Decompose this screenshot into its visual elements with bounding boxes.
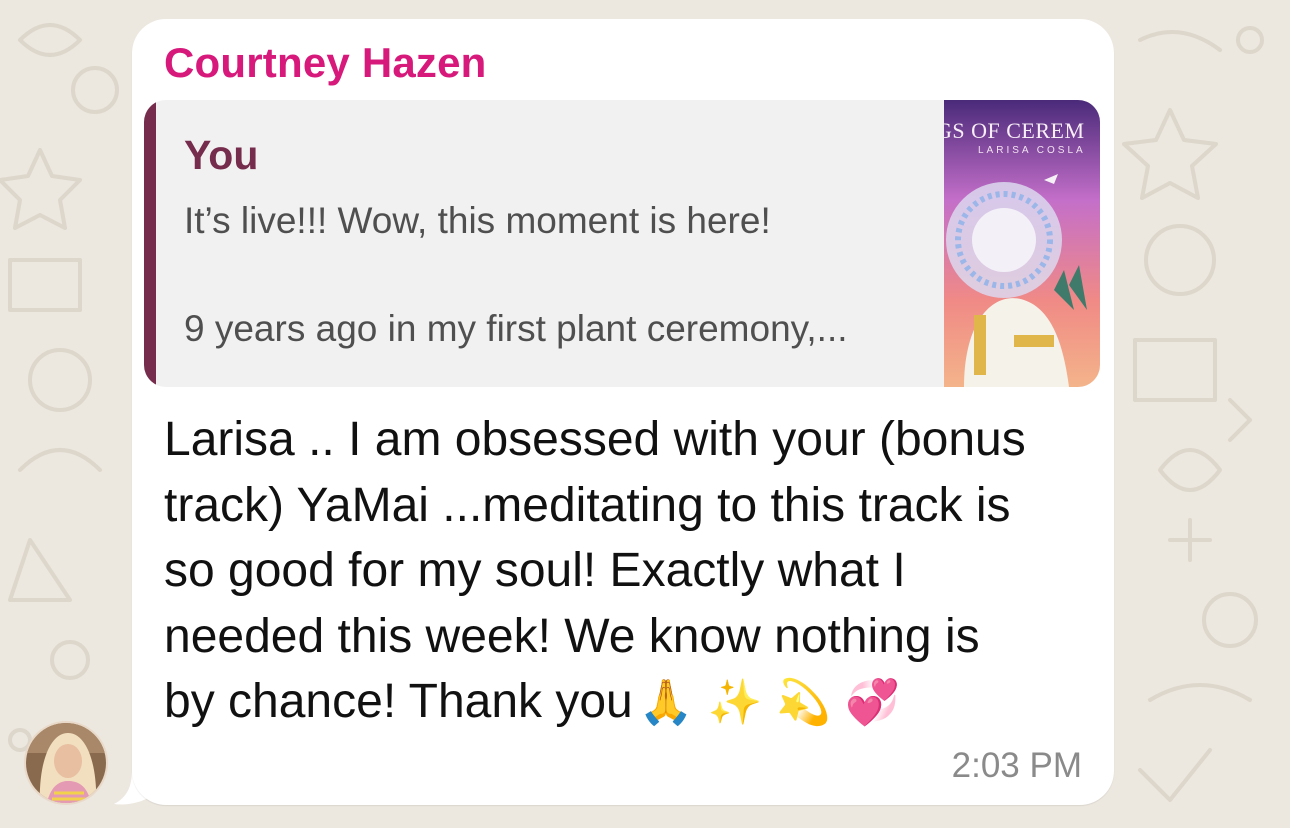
message-line: track) YaMai ...meditating to this track…: [164, 478, 1011, 532]
revolving-hearts-icon: 💞: [845, 677, 900, 728]
user-avatar[interactable]: [24, 721, 108, 805]
quoted-thumbnail: GS OF CEREM LARISA COSLA: [944, 100, 1100, 387]
sparkles-icon: ✨: [707, 677, 763, 728]
dizzy-icon: 💫: [776, 677, 832, 728]
message-line: so good for my soul! Exactly what I: [164, 544, 906, 597]
message-text: Larisa .. I am obsessed with your (bonus…: [164, 407, 1094, 736]
message-line: needed this week! We know nothing is: [164, 609, 980, 663]
thumbnail-artist: LARISA COSLA: [978, 145, 1086, 156]
quote-accent-bar: [144, 100, 156, 387]
message-line: Larisa .. I am obsessed with your (bonus: [164, 413, 1026, 466]
quoted-message[interactable]: You It’s live!!! Wow, this moment is her…: [144, 100, 1100, 387]
thumbnail-title: GS OF CEREM: [944, 118, 1085, 143]
quoted-text-line-1: It’s live!!! Wow, this moment is here!: [184, 200, 771, 241]
message-line: by chance! Thank you: [164, 675, 633, 728]
folded-hands-icon: 🙏: [638, 677, 694, 728]
message-line-with-emojis: by chance! Thank you 🙏 ✨ 💫 💞: [164, 669, 1094, 736]
sender-name[interactable]: Courtney Hazen: [164, 39, 487, 87]
quoted-author: You: [184, 132, 259, 178]
quoted-text-line-2: 9 years ago in my first plant ceremony,.…: [184, 308, 848, 349]
message-timestamp: 2:03 PM: [951, 746, 1082, 785]
message-bubble[interactable]: Courtney Hazen You It’s live!!! Wow, thi…: [132, 19, 1114, 805]
